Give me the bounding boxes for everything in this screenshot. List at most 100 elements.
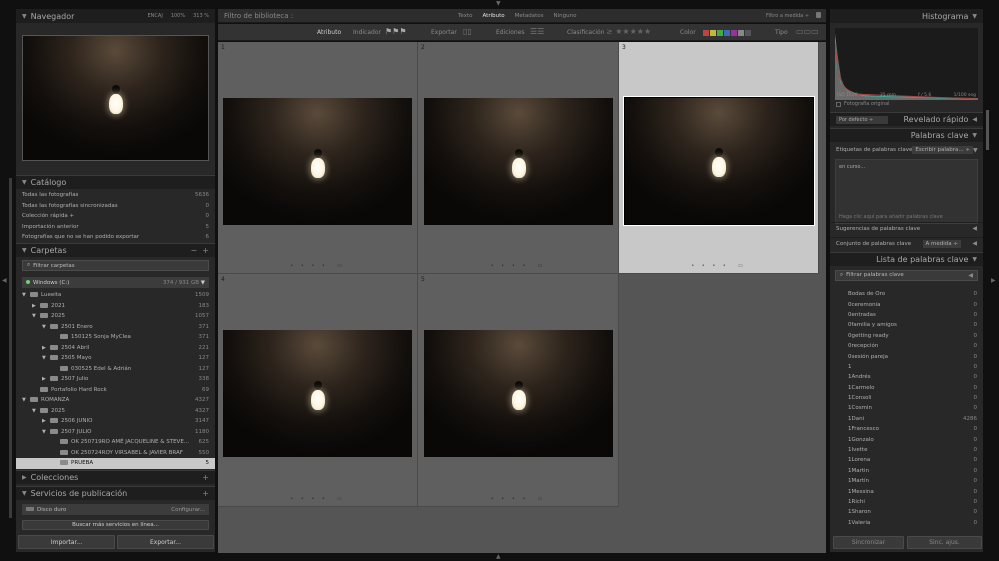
keyword-item[interactable]: 1Sharon 0 (830, 507, 983, 517)
collections-header[interactable]: ▶ Colecciones + (16, 470, 215, 484)
lock-icon[interactable] (816, 12, 821, 18)
disclosure-triangle-icon[interactable]: ▶ (42, 418, 50, 424)
catalog-header[interactable]: ▼ Catálogo (16, 175, 215, 189)
folder-item[interactable]: ▼ Lueeita 1509 (16, 290, 215, 301)
minus-icon[interactable]: − (191, 246, 198, 255)
folders-filter[interactable]: ⌕ Filtrar carpetas (22, 260, 209, 271)
edits-icons[interactable]: ☰☰ (530, 27, 544, 36)
flag-icons[interactable]: ⚑⚑⚑ (385, 27, 407, 36)
folder-item[interactable]: ▶ 2506 JUNIO 3147 (16, 416, 215, 427)
keyword-item[interactable]: 1Richi 0 (830, 497, 983, 507)
keyword-item[interactable]: 0ceremonia 0 (830, 299, 983, 309)
folder-item[interactable]: PRUEBA 5 (16, 458, 215, 469)
catalog-item[interactable]: Importación anterior 5 (16, 222, 215, 233)
collapse-triangle-icon[interactable]: ▼ (22, 13, 27, 20)
grid-cell[interactable]: 1 • • • • ▭ (218, 42, 418, 274)
filter-tab[interactable]: Ninguno (554, 13, 577, 19)
folder-item[interactable]: ▶ 2504 Abril 221 (16, 343, 215, 354)
keyword-item[interactable]: 1Ivette 0 (830, 445, 983, 455)
keyword-item[interactable]: 10 (830, 362, 983, 372)
export-button[interactable]: Exportar... (117, 535, 214, 549)
keyword-item[interactable]: 1Carmelo 0 (830, 383, 983, 393)
disclosure-triangle-icon[interactable]: ▼ (32, 313, 40, 319)
folder-item[interactable]: OK 250719RO AMÉ JACQUELINE & STEVE... 625 (16, 437, 215, 448)
thumbnail[interactable] (424, 330, 613, 457)
sync-metadata-button[interactable]: Sincronizar (833, 536, 904, 549)
volume-dropdown-icon[interactable]: ▼ (201, 280, 205, 286)
checkbox-icon[interactable] (836, 101, 841, 107)
disclosure-triangle-icon[interactable]: ▼ (22, 397, 30, 403)
left-panel-arrow[interactable]: ◀ (2, 278, 7, 284)
disclosure-triangle-icon[interactable]: ▼ (22, 292, 30, 298)
catalog-item[interactable]: Todas las fotografías sincronizadas 0 (16, 201, 215, 212)
collapse-triangle-icon[interactable]: ▼ (22, 179, 27, 186)
thumbnail[interactable] (223, 98, 412, 225)
folder-item[interactable]: ▼ 2025 1057 (16, 311, 215, 322)
nav-zoom-100[interactable]: 100% (171, 13, 185, 19)
keyword-item[interactable]: Bodas de Oro 0 (830, 289, 983, 299)
quick-develop-header[interactable]: Por defecto ÷ Revelado rápido ◀ (830, 112, 983, 126)
filter-tab[interactable]: Atributo (483, 13, 505, 19)
volume-row[interactable]: Windows (C:) 374 / 931 GB ▼ (22, 277, 209, 288)
find-more-services-button[interactable]: Buscar más servicios en línea... (22, 520, 209, 530)
disclosure-triangle-icon[interactable]: ▶ (32, 303, 40, 309)
folder-item[interactable]: ▼ 2507 JULIO 1180 (16, 427, 215, 438)
original-photo-checkbox[interactable]: Fotografía original (836, 101, 890, 107)
custom-filter-dropdown[interactable]: Filtro a medida ÷ (766, 13, 809, 19)
filter-tab[interactable]: Texto (458, 13, 473, 19)
import-button[interactable]: Importar... (18, 535, 115, 549)
catalog-item[interactable]: Todas las fotografías 5636 (16, 190, 215, 201)
top-panel-arrow[interactable]: ▼ (496, 1, 501, 7)
keyword-item[interactable]: 1Cosmin 0 (830, 403, 983, 413)
keyword-item[interactable]: 1Martin 0 (830, 466, 983, 476)
bottom-panel-arrow[interactable]: ▲ (496, 554, 501, 560)
keywords-header[interactable]: Palabras clave ▼ (830, 128, 983, 142)
left-scrollbar[interactable] (9, 178, 12, 518)
folder-item[interactable]: ▶ 2507 Julio 338 (16, 374, 215, 385)
grid-cell-selected[interactable]: 3 • • • • ▭ (619, 42, 819, 274)
navigator-preview[interactable] (22, 35, 209, 161)
plus-icon[interactable]: + (202, 246, 209, 255)
folder-item[interactable]: ▼ ROMANZA 4327 (16, 395, 215, 406)
keyword-item[interactable]: 1Francesco 0 (830, 424, 983, 434)
folder-item[interactable]: Portafolio Hard Rock 69 (16, 385, 215, 396)
folder-item[interactable]: ▼ 2501 Enero 371 (16, 322, 215, 333)
right-panel-arrow[interactable]: ▶ (991, 278, 996, 284)
keyword-set-row[interactable]: Conjunto de palabras clave A medida ÷ ◀ (830, 237, 983, 249)
catalog-item[interactable]: Colección rápida + 0 (16, 211, 215, 222)
sync-settings-button[interactable]: Sinc. ajus. (907, 536, 982, 549)
disclosure-triangle-icon[interactable]: ▼ (32, 408, 40, 414)
folders-header[interactable]: ▼ Carpetas − + (16, 243, 215, 257)
right-scrollbar[interactable] (986, 110, 989, 150)
keyword-item[interactable]: 1Lorena 0 (830, 455, 983, 465)
plus-icon[interactable]: + (202, 489, 209, 498)
thumbnail[interactable] (223, 330, 412, 457)
keyword-entry-dropdown[interactable]: Escribir palabra... ÷ (912, 146, 974, 154)
keyword-item[interactable]: 1Andrés 0 (830, 372, 983, 382)
folder-item[interactable]: 150125 Sonja MyClea 371 (16, 332, 215, 343)
folder-item[interactable]: OK 250724ROY VIRSABEL & JAVIER BRAF 550 (16, 448, 215, 459)
keyword-text-area[interactable]: en curso... Haga clic aquí para añadir p… (835, 159, 978, 224)
keyword-item[interactable]: 1Messina 0 (830, 486, 983, 496)
keyword-item[interactable]: 0sesión pareja 0 (830, 351, 983, 361)
config-button[interactable]: Configurar... (171, 507, 205, 513)
disclosure-triangle-icon[interactable]: ▼ (42, 429, 50, 435)
keyword-set-dropdown[interactable]: A medida ÷ (922, 239, 962, 248)
folder-item[interactable]: ▼ 2505 Mayo 127 (16, 353, 215, 364)
thumbnail[interactable] (625, 98, 813, 224)
navigator-header[interactable]: ▼ Navegador ENCAJ 100% 313 % (16, 9, 215, 23)
folder-item[interactable]: ▼ 2025 4327 (16, 406, 215, 417)
folder-item[interactable]: 030525 Edel & Adrián 127 (16, 364, 215, 375)
nav-zoom-custom[interactable]: 313 % (193, 13, 209, 19)
keyword-filter[interactable]: ⌕ Filtrar palabras clave ◀ (835, 270, 978, 281)
keyword-item[interactable]: 0familia y amigos 0 (830, 320, 983, 330)
grid-cell[interactable]: 2 • • • • ▭ (418, 42, 619, 274)
keyword-list-header[interactable]: Lista de palabras clave ▼ (830, 252, 983, 266)
disclosure-triangle-icon[interactable]: ▼ (42, 355, 50, 361)
grid-cell[interactable]: 4 • • • • ▭ (218, 274, 418, 507)
keyword-item[interactable]: 1Consoli 0 (830, 393, 983, 403)
preset-dropdown[interactable]: Por defecto ÷ (836, 115, 888, 124)
grid-cell[interactable]: 5 • • • • ▭ (418, 274, 619, 507)
disclosure-triangle-icon[interactable]: ▼ (42, 324, 50, 330)
nav-zoom-fit[interactable]: ENCAJ (148, 13, 163, 19)
